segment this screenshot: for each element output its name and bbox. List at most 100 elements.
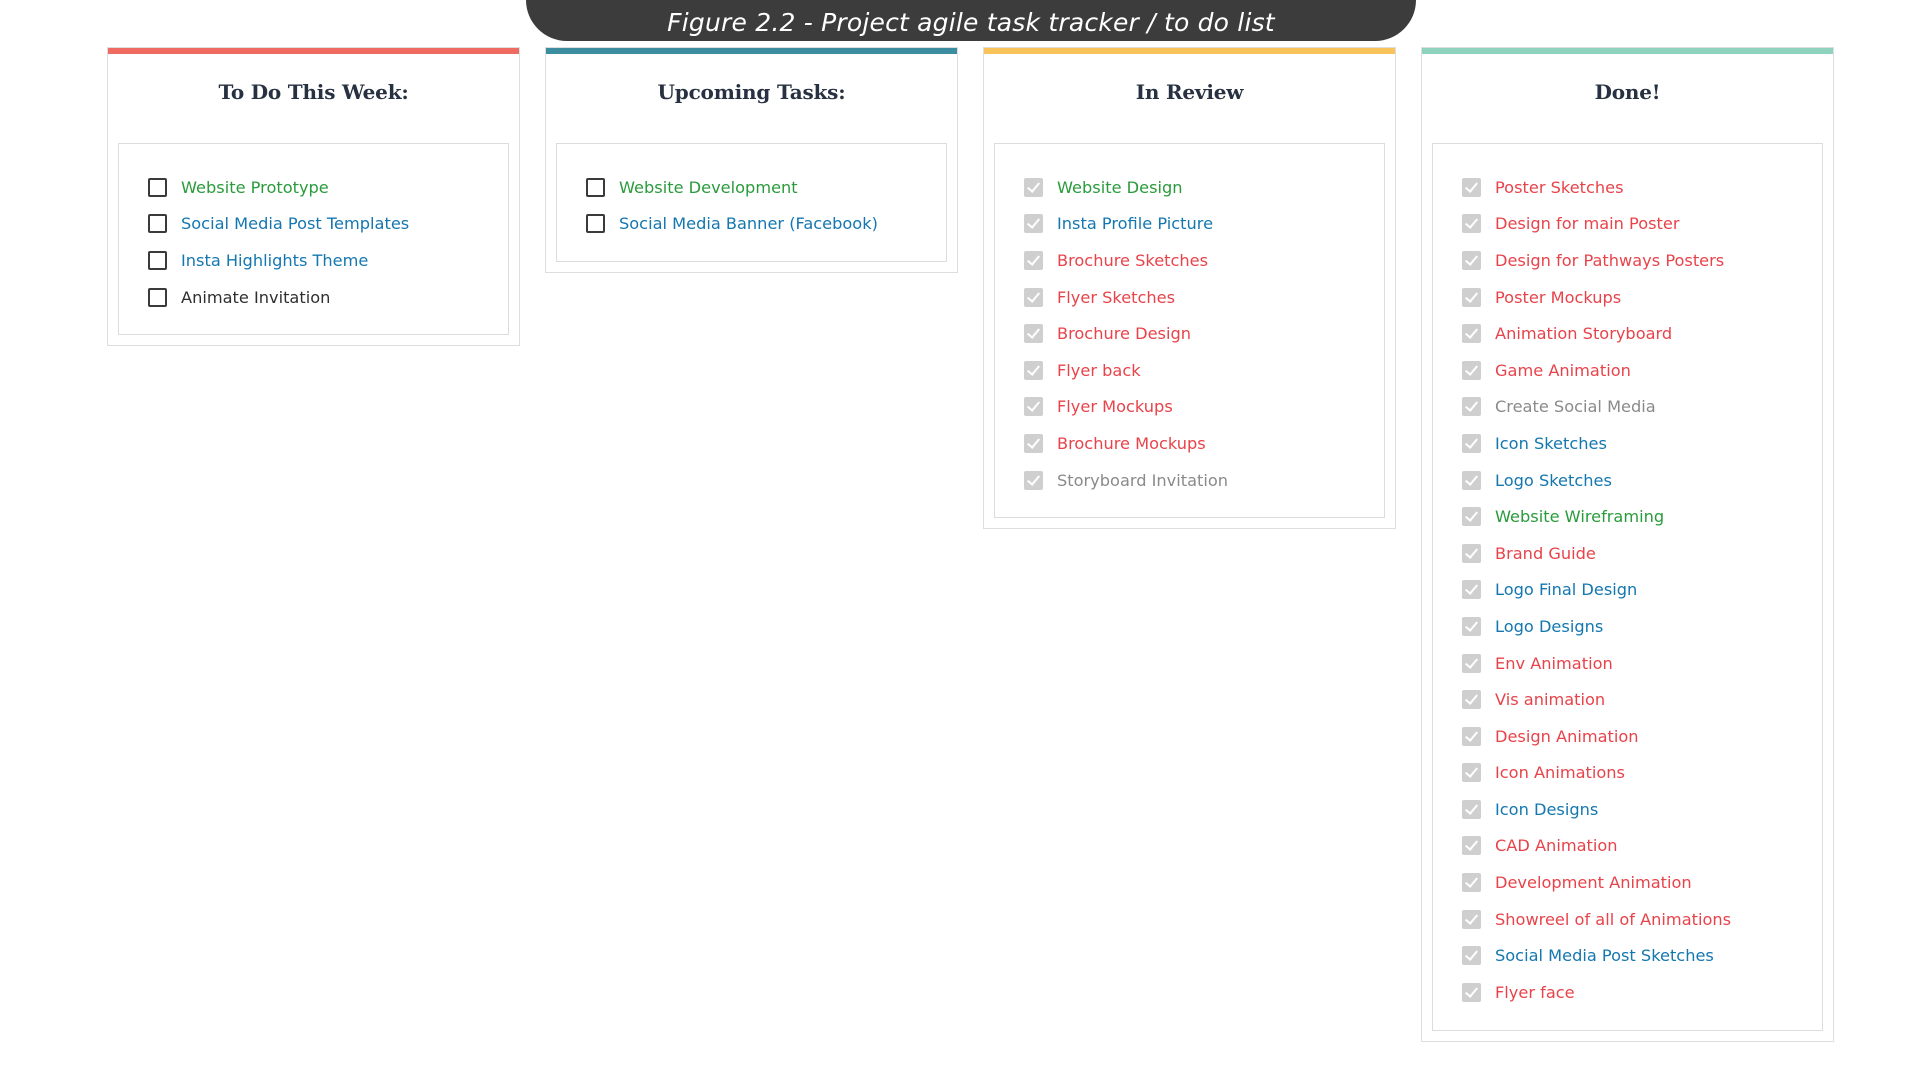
task-item[interactable]: Vis animation xyxy=(1433,681,1822,718)
task-label: Logo Sketches xyxy=(1495,470,1612,490)
task-item[interactable]: Brochure Mockups xyxy=(995,425,1384,462)
column-to-do-this-week: To Do This Week: Website Prototype Social… xyxy=(107,47,520,347)
task-item[interactable]: Logo Sketches xyxy=(1433,462,1822,499)
task-label: Logo Final Design xyxy=(1495,580,1638,600)
checked-checkbox-icon[interactable] xyxy=(1462,250,1481,270)
checked-checkbox-icon[interactable] xyxy=(1462,214,1481,234)
task-item[interactable]: CAD Animation xyxy=(1433,828,1822,865)
checked-checkbox-icon[interactable] xyxy=(1462,726,1481,746)
checked-checkbox-icon[interactable] xyxy=(1462,982,1481,1002)
checked-checkbox-icon[interactable] xyxy=(1462,763,1481,783)
checked-checkbox-icon[interactable] xyxy=(1024,360,1043,380)
column-title: Done! xyxy=(1594,80,1661,104)
task-item[interactable]: Icon Designs xyxy=(1433,791,1822,828)
task-item[interactable]: Poster Mockups xyxy=(1433,279,1822,316)
task-list: Website Design Insta Profile Picture Broch… xyxy=(994,143,1385,519)
task-item[interactable]: Storyboard Invitation xyxy=(995,462,1384,499)
checked-checkbox-icon[interactable] xyxy=(1024,287,1043,307)
checked-checkbox-icon[interactable] xyxy=(1462,287,1481,307)
task-item[interactable]: Insta Profile Picture xyxy=(995,206,1384,243)
task-item[interactable]: Poster Sketches xyxy=(1433,169,1822,206)
checked-checkbox-icon[interactable] xyxy=(1462,946,1481,966)
task-item[interactable]: Social Media Banner (Facebook) xyxy=(557,206,946,243)
task-item[interactable]: Social Media Post Sketches xyxy=(1433,937,1822,974)
checked-checkbox-icon[interactable] xyxy=(1462,507,1481,527)
task-label: Animate Invitation xyxy=(181,287,331,307)
task-item[interactable]: Brochure Sketches xyxy=(995,242,1384,279)
task-label: Website Development xyxy=(619,177,798,197)
task-item[interactable]: Design Animation xyxy=(1433,718,1822,755)
checked-checkbox-icon[interactable] xyxy=(1462,324,1481,344)
task-item[interactable]: Brochure Design xyxy=(995,315,1384,352)
task-item[interactable]: Flyer Mockups xyxy=(995,389,1384,426)
task-item[interactable]: Design for Pathways Posters xyxy=(1433,242,1822,279)
task-label: Icon Sketches xyxy=(1495,433,1607,453)
task-item[interactable]: Animate Invitation xyxy=(119,279,508,316)
checked-checkbox-icon[interactable] xyxy=(1024,397,1043,417)
task-item[interactable]: Game Animation xyxy=(1433,352,1822,389)
task-label: Website Design xyxy=(1057,177,1183,197)
checked-checkbox-icon[interactable] xyxy=(1024,470,1043,490)
checked-checkbox-icon[interactable] xyxy=(1462,690,1481,710)
checked-checkbox-icon[interactable] xyxy=(1462,470,1481,490)
task-label: Flyer back xyxy=(1057,360,1141,380)
task-item[interactable]: Flyer Sketches xyxy=(995,279,1384,316)
empty-checkbox-icon[interactable] xyxy=(148,287,167,307)
checked-checkbox-icon[interactable] xyxy=(1462,873,1481,893)
task-item[interactable]: Brand Guide xyxy=(1433,535,1822,572)
empty-checkbox-icon[interactable] xyxy=(148,250,167,270)
checked-checkbox-icon[interactable] xyxy=(1462,653,1481,673)
task-label: Logo Designs xyxy=(1495,616,1604,636)
checked-checkbox-icon[interactable] xyxy=(1024,177,1043,197)
task-label: Env Animation xyxy=(1495,653,1613,673)
task-item[interactable]: Flyer face xyxy=(1433,974,1822,1011)
task-list: Website Prototype Social Media Post Templ… xyxy=(118,143,509,336)
checked-checkbox-icon[interactable] xyxy=(1024,214,1043,234)
empty-checkbox-icon[interactable] xyxy=(586,177,605,197)
task-label: Flyer Mockups xyxy=(1057,397,1173,417)
task-label: Vis animation xyxy=(1495,690,1606,710)
task-item[interactable]: Showreel of all of Animations xyxy=(1433,901,1822,938)
task-item[interactable]: Development Animation xyxy=(1433,864,1822,901)
task-item[interactable]: Website Design xyxy=(995,169,1384,206)
task-item[interactable]: Create Social Media xyxy=(1433,389,1822,426)
task-label: Icon Animations xyxy=(1495,763,1625,783)
task-label: Flyer Sketches xyxy=(1057,287,1176,307)
task-item[interactable]: Design for main Poster xyxy=(1433,206,1822,243)
column-done: Done! Poster Sketches Design for main Pos… xyxy=(1421,47,1834,1042)
empty-checkbox-icon[interactable] xyxy=(148,214,167,234)
checked-checkbox-icon[interactable] xyxy=(1462,543,1481,563)
checked-checkbox-icon[interactable] xyxy=(1024,433,1043,453)
task-item[interactable]: Insta Highlights Theme xyxy=(119,242,508,279)
task-item[interactable]: Logo Final Design xyxy=(1433,572,1822,609)
task-item[interactable]: Icon Sketches xyxy=(1433,425,1822,462)
checked-checkbox-icon[interactable] xyxy=(1462,580,1481,600)
checked-checkbox-icon[interactable] xyxy=(1462,360,1481,380)
task-item[interactable]: Env Animation xyxy=(1433,645,1822,682)
checked-checkbox-icon[interactable] xyxy=(1462,397,1481,417)
checked-checkbox-icon[interactable] xyxy=(1462,836,1481,856)
task-item[interactable]: Animation Storyboard xyxy=(1433,315,1822,352)
checked-checkbox-icon[interactable] xyxy=(1462,909,1481,929)
task-item[interactable]: Website Prototype xyxy=(119,169,508,206)
checked-checkbox-icon[interactable] xyxy=(1462,799,1481,819)
task-item[interactable]: Website Development xyxy=(557,169,946,206)
checked-checkbox-icon[interactable] xyxy=(1024,250,1043,270)
task-item[interactable]: Website Wireframing xyxy=(1433,498,1822,535)
task-label: Design for Pathways Posters xyxy=(1495,250,1725,270)
task-label: Game Animation xyxy=(1495,360,1631,380)
task-label: Brand Guide xyxy=(1495,543,1596,563)
task-label: Flyer face xyxy=(1495,982,1575,1002)
empty-checkbox-icon[interactable] xyxy=(148,177,167,197)
task-item[interactable]: Icon Animations xyxy=(1433,755,1822,792)
checked-checkbox-icon[interactable] xyxy=(1462,433,1481,453)
task-item[interactable]: Flyer back xyxy=(995,352,1384,389)
checked-checkbox-icon[interactable] xyxy=(1462,616,1481,636)
column-title: Upcoming Tasks: xyxy=(657,80,846,104)
task-item[interactable]: Social Media Post Templates xyxy=(119,206,508,243)
empty-checkbox-icon[interactable] xyxy=(586,214,605,234)
checked-checkbox-icon[interactable] xyxy=(1024,324,1043,344)
checked-checkbox-icon[interactable] xyxy=(1462,177,1481,197)
task-item[interactable]: Logo Designs xyxy=(1433,608,1822,645)
task-list: Website Development Social Media Banner (… xyxy=(556,143,947,263)
